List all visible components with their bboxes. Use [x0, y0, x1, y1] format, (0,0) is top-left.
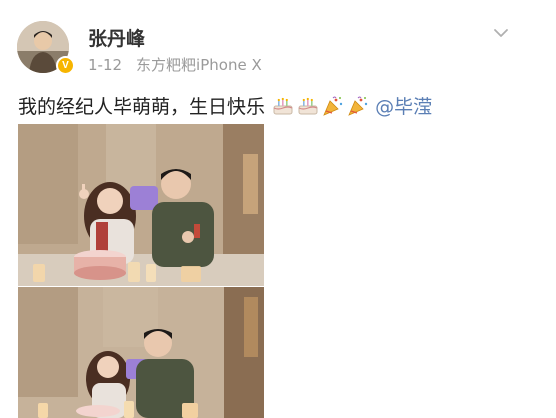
party-popper-icon — [323, 96, 343, 116]
post-meta: 1-12 东方粑粑iPhone X — [88, 54, 262, 75]
post-photo-1[interactable] — [18, 124, 264, 286]
photo-image — [18, 287, 264, 418]
cake-icon — [273, 97, 293, 115]
author-name[interactable]: 张丹峰 — [88, 24, 145, 51]
post-text-line: 我的经纪人毕萌萌，生日快乐 @毕滢 — [18, 92, 432, 119]
post-date: 1-12 — [88, 56, 123, 74]
mention-link[interactable]: @毕滢 — [375, 96, 432, 118]
photo-image — [18, 124, 264, 286]
cake-icon — [298, 97, 318, 115]
post-text: 我的经纪人毕萌萌，生日快乐 — [18, 96, 266, 118]
chevron-down-icon[interactable] — [493, 26, 509, 40]
weibo-post: V 张丹峰 1-12 东方粑粑iPhone X 我的经纪人毕萌萌，生日快乐 @毕… — [0, 0, 556, 418]
verified-badge-icon: V — [56, 56, 75, 75]
post-source: 东方粑粑iPhone X — [136, 56, 262, 74]
post-photo-2[interactable] — [18, 287, 264, 418]
party-popper-icon — [348, 96, 368, 116]
